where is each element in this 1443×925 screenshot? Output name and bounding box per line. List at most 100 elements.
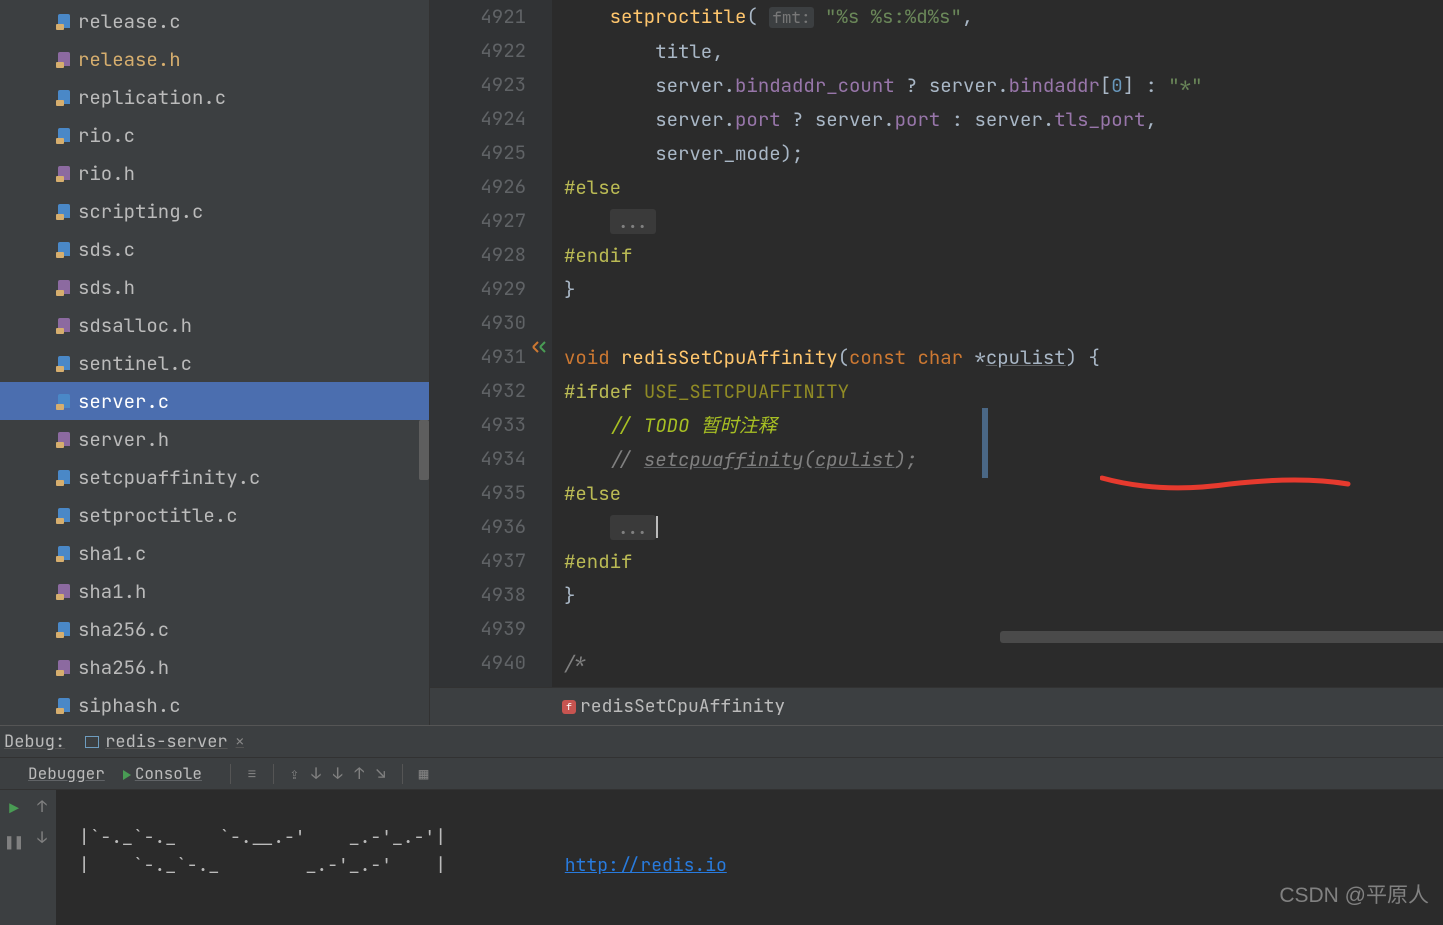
run-config-icon [85,735,99,749]
file-item-sds-h[interactable]: sds.h [0,268,429,306]
console-side-toolbar: ↑ ↓ [28,790,56,925]
file-item-sdsalloc-h[interactable]: sdsalloc.h [0,306,429,344]
tab-console[interactable]: Console [123,763,202,784]
file-name-label: sds.c [78,237,135,262]
code-content[interactable]: setproctitle( fmt: "%s %s:%d%s", title, … [552,0,1443,687]
file-item-scripting-c[interactable]: scripting.c [0,192,429,230]
file-name-label: release.c [78,9,181,34]
file-name-label: scripting.c [78,199,203,224]
debug-config-name[interactable]: redis-server [105,731,227,753]
breadcrumb-bar[interactable]: f redisSetCpuAffinity [430,687,1443,725]
play-icon [123,770,131,780]
step-into-icon[interactable]: ↓ [311,763,321,784]
file-item-server-h[interactable]: server.h [0,420,429,458]
line-number[interactable]: 4939 [430,612,526,646]
c-file-icon [56,545,72,561]
console-output[interactable]: |`-._`-._ `-.__.-' _.-'_.-'| | `-._`-._ … [56,790,1443,925]
header-file-icon [56,659,72,675]
header-file-icon [56,583,72,599]
scroll-up-icon[interactable]: ↑ [37,796,47,817]
c-file-icon [56,241,72,257]
file-item-server-c[interactable]: server.c [0,382,429,420]
file-name-label: siphash.c [78,693,181,718]
file-item-setproctitle-c[interactable]: setproctitle.c [0,496,429,534]
file-item-sds-c[interactable]: sds.c [0,230,429,268]
file-item-setcpuaffinity-c[interactable]: setcpuaffinity.c [0,458,429,496]
header-file-icon [56,317,72,333]
debug-title: Debug: [4,731,65,753]
resume-icon[interactable]: ▶ [9,798,19,819]
evaluate-icon[interactable]: ▦ [419,763,429,784]
tab-debugger[interactable]: Debugger [28,763,105,784]
file-item-replication-c[interactable]: replication.c [0,78,429,116]
file-item-rio-c[interactable]: rio.c [0,116,429,154]
file-item-release-h[interactable]: release.h [0,40,429,78]
gutter-marker-icon[interactable] [532,340,546,354]
code-editor[interactable]: 4921492249234924492549264927492849294930… [430,0,1443,725]
c-file-icon [56,355,72,371]
header-file-icon [56,51,72,67]
line-number[interactable]: 4927 [430,204,526,238]
line-number[interactable]: 4932 [430,374,526,408]
scroll-down-icon[interactable]: ↓ [37,827,47,848]
file-item-sentinel-c[interactable]: sentinel.c [0,344,429,382]
line-number[interactable]: 4926 [430,170,526,204]
step-out-icon[interactable]: ↑ [354,763,364,784]
line-number[interactable]: 4938 [430,578,526,612]
console-link[interactable]: http://redis.io [565,854,727,877]
breadcrumb-function[interactable]: redisSetCpuAffinity [580,695,785,718]
c-file-icon [56,13,72,29]
c-file-icon [56,469,72,485]
c-file-icon [56,621,72,637]
file-item-sha256-c[interactable]: sha256.c [0,610,429,648]
close-icon[interactable]: ✕ [236,733,244,751]
file-item-release-c[interactable]: release.c [0,2,429,40]
file-tree-sidebar[interactable]: release.c release.h replication.c rio.c rio.… [0,0,430,725]
file-name-label: rio.h [78,161,135,186]
line-number[interactable]: 4921 [430,0,526,34]
sidebar-scrollbar[interactable] [419,420,429,480]
debug-tool-window[interactable]: Debug: redis-server ✕ Debugger Console ≡… [0,725,1443,925]
line-number[interactable]: 4940 [430,646,526,680]
line-number[interactable]: 4930 [430,306,526,340]
run-to-cursor-icon[interactable]: ↘ [376,763,386,784]
line-number[interactable]: 4931 [430,340,526,374]
line-number[interactable]: 4933 [430,408,526,442]
c-file-icon [56,203,72,219]
line-number[interactable]: 4937 [430,544,526,578]
header-file-icon [56,165,72,181]
step-over-icon[interactable]: ⇪ [290,763,300,784]
file-name-label: release.h [78,47,181,72]
file-item-sha1-h[interactable]: sha1.h [0,572,429,610]
file-name-label: sha1.h [78,579,146,604]
line-number[interactable]: 4922 [430,34,526,68]
c-file-icon [56,127,72,143]
line-number[interactable]: 4935 [430,476,526,510]
pause-icon[interactable]: ❚❚ [4,831,23,852]
editor-horizontal-scrollbar[interactable] [1000,631,1443,643]
line-number[interactable]: 4924 [430,102,526,136]
line-number[interactable]: 4923 [430,68,526,102]
line-number[interactable]: 4928 [430,238,526,272]
c-file-icon [56,507,72,523]
file-name-label: sdsalloc.h [78,313,192,338]
file-item-sha256-h[interactable]: sha256.h [0,648,429,686]
file-name-label: setcpuaffinity.c [78,465,260,490]
file-item-siphash-c[interactable]: siphash.c [0,686,429,724]
line-number[interactable]: 4936 [430,510,526,544]
file-name-label: sha1.c [78,541,146,566]
line-number[interactable]: 4929 [430,272,526,306]
file-name-label: replication.c [78,85,226,110]
line-number[interactable]: 4934 [430,442,526,476]
header-file-icon [56,279,72,295]
function-icon: f [562,700,576,714]
line-number-gutter[interactable]: 4921492249234924492549264927492849294930… [430,0,552,687]
file-name-label: setproctitle.c [78,503,238,528]
file-item-sha1-c[interactable]: sha1.c [0,534,429,572]
toolbar-icon-1[interactable]: ≡ [247,763,257,784]
c-file-icon [56,697,72,713]
file-item-rio-h[interactable]: rio.h [0,154,429,192]
line-number[interactable]: 4925 [430,136,526,170]
file-name-label: sha256.c [78,617,169,642]
step-into2-icon[interactable]: ↓ [333,763,343,784]
